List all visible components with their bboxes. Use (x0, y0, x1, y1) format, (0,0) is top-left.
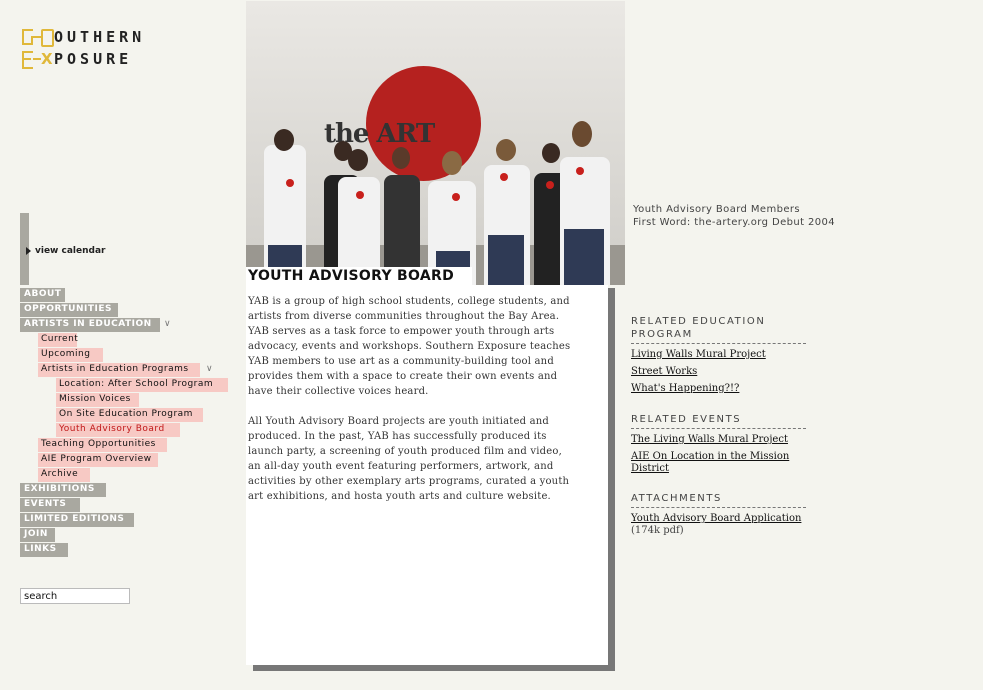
related-education-section: RELATED EDUCATION PROGRAM Living Walls M… (631, 315, 806, 395)
link-living-walls-event[interactable]: The Living Walls Mural Project (631, 434, 806, 446)
link-whats-happening[interactable]: What's Happening?!? (631, 383, 806, 395)
nav-limited-editions[interactable]: LIMITED EDITIONS (20, 513, 134, 527)
related-events-section: RELATED EVENTS The Living Walls Mural Pr… (631, 413, 806, 475)
nav-youth-advisory-board[interactable]: Youth Advisory Board (56, 423, 180, 437)
play-triangle-icon (26, 247, 31, 255)
chevron-down-icon[interactable]: ∨ (164, 319, 171, 329)
nav-events[interactable]: EVENTS (20, 498, 80, 512)
body-paragraph-1: YAB is a group of high school students, … (248, 296, 571, 397)
nav-archive[interactable]: Archive (38, 468, 90, 482)
nav-opportunities[interactable]: OPPORTUNITIES (20, 303, 118, 317)
nav-current[interactable]: Current (38, 333, 78, 347)
nav-exhibitions[interactable]: EXHIBITIONS (20, 483, 106, 497)
nav-links[interactable]: LINKS (20, 543, 68, 557)
body-text: YAB is a group of high school students, … (248, 294, 578, 519)
body-paragraph-2: All Youth Advisory Board projects are yo… (248, 416, 570, 502)
nav-on-site-education[interactable]: On Site Education Program (56, 408, 203, 422)
nav-aie-overview[interactable]: AIE Program Overview (38, 453, 158, 467)
related-events-heading: RELATED EVENTS (631, 413, 806, 429)
nav-artists-in-education[interactable]: ARTISTS IN EDUCATION (20, 318, 160, 332)
link-living-walls[interactable]: Living Walls Mural Project (631, 349, 806, 361)
nav-join[interactable]: JOIN (20, 528, 55, 542)
nav-about[interactable]: ABOUT (20, 288, 66, 302)
attachment-yab-application[interactable]: Youth Advisory Board Application (631, 513, 801, 524)
site-logo[interactable]: OUTHERN X POSURE (22, 27, 152, 71)
caption-line-2: First Word: the-artery.org Debut 2004 (633, 217, 836, 228)
caption-line-1: Youth Advisory Board Members (633, 204, 801, 215)
nav-teaching-opportunities[interactable]: Teaching Opportunities (38, 438, 167, 452)
logo-line-2: POSURE (54, 50, 133, 68)
link-street-works[interactable]: Street Works (631, 366, 806, 378)
nav-upcoming[interactable]: Upcoming (38, 348, 103, 362)
view-calendar-label: view calendar (35, 246, 106, 256)
nav-mission-voices[interactable]: Mission Voices (56, 393, 139, 407)
related-education-heading: RELATED EDUCATION PROGRAM (631, 315, 806, 344)
page-title: YOUTH ADVISORY BOARD (246, 267, 472, 286)
view-calendar-link[interactable]: view calendar (26, 246, 105, 256)
link-aie-on-location[interactable]: AIE On Location in the Mission District (631, 451, 806, 475)
logo-e-mark: X (22, 51, 53, 69)
search-input[interactable] (20, 588, 130, 604)
hero-photo: the ART (246, 1, 625, 285)
attachments-heading: ATTACHMENTS (631, 492, 806, 508)
photo-caption: Youth Advisory Board Members First Word:… (633, 203, 835, 229)
chevron-down-icon[interactable]: ∨ (206, 364, 213, 374)
nav-artists-programs[interactable]: Artists in Education Programs (38, 363, 200, 377)
nav-location-after-school[interactable]: Location: After School Program (56, 378, 228, 392)
attachment-meta: (174k pdf) (631, 525, 684, 536)
logo-s-mark (22, 29, 54, 47)
attachments-section: ATTACHMENTS Youth Advisory Board Applica… (631, 492, 806, 537)
logo-line-1: OUTHERN (54, 28, 146, 46)
